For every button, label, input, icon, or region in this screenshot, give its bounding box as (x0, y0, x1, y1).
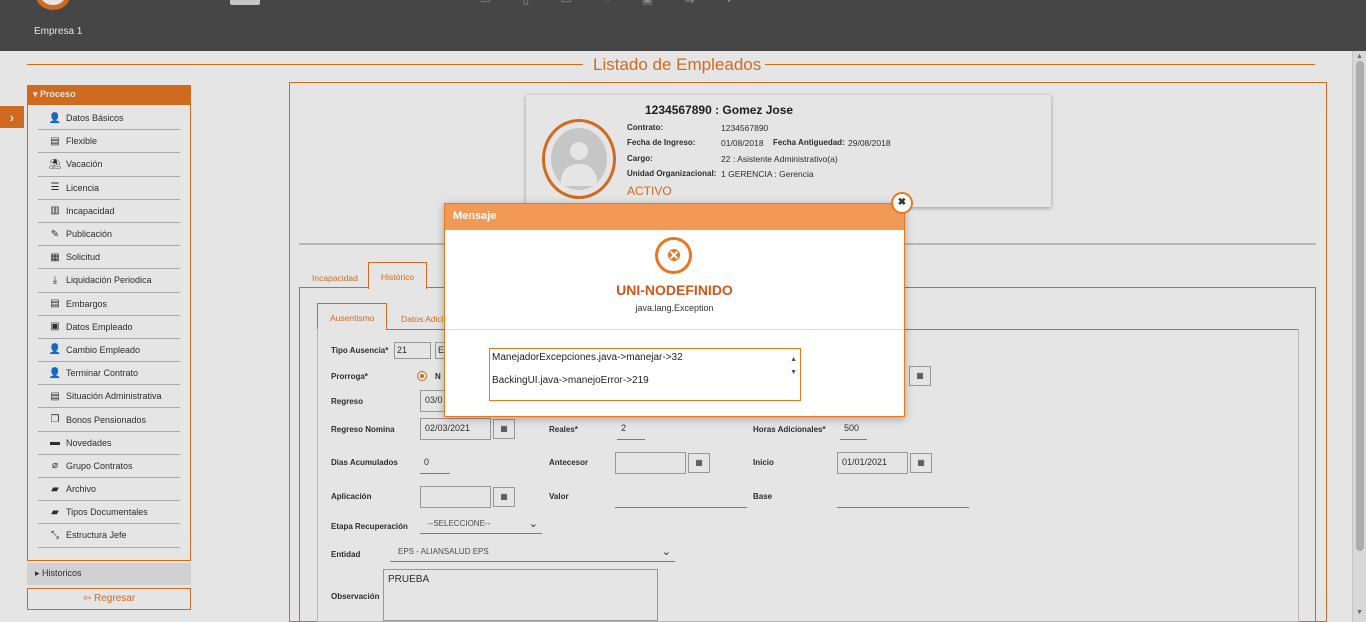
stack-trace-textarea[interactable]: ManejadorExcepciones.java->manejar->32 B… (489, 348, 801, 401)
dialog-divider (445, 329, 904, 330)
x-icon (668, 249, 680, 261)
exception-name: java.lang.Exception (635, 303, 714, 313)
message-dialog: Mensaje UNI-NODEFINIDO java.lang.Excepti… (444, 203, 905, 417)
error-code: UNI-NODEFINIDO (616, 282, 733, 298)
close-button[interactable]: ✖ (891, 192, 913, 214)
textarea-scroll-arrows-icon[interactable]: ▲ ▼ (790, 353, 797, 379)
close-icon: ✖ (897, 197, 907, 208)
trace-line: ManejadorExcepciones.java->manejar->32 (492, 352, 683, 363)
error-circle-icon (655, 237, 692, 274)
trace-line: BackingUI.java->manejoError->219 (492, 375, 649, 386)
dialog-title: Mensaje (445, 204, 904, 230)
